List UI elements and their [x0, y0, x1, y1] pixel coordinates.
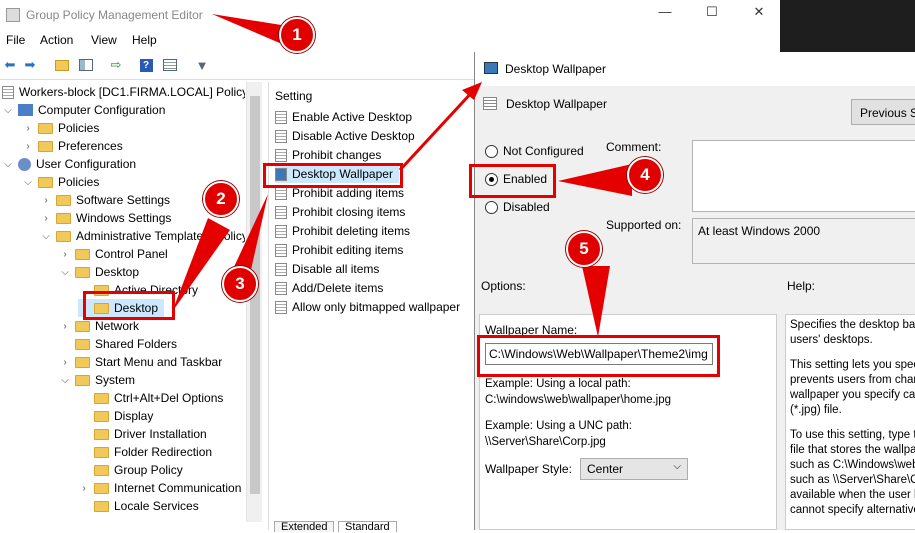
step-badge-1: 1 [279, 17, 315, 53]
arrow-desktop-wallpaper-line [398, 88, 476, 172]
arrow-desktop-wallpaper-head [462, 82, 482, 100]
annotation-arrows [172, 14, 632, 337]
step-badge-4: 4 [627, 157, 663, 193]
step-badge-5: 5 [566, 231, 602, 267]
arrow-5 [582, 266, 610, 337]
arrow-2 [172, 218, 230, 312]
step-badge-3: 3 [222, 266, 258, 302]
arrow-4 [558, 164, 632, 196]
step-badge-2: 2 [203, 181, 239, 217]
